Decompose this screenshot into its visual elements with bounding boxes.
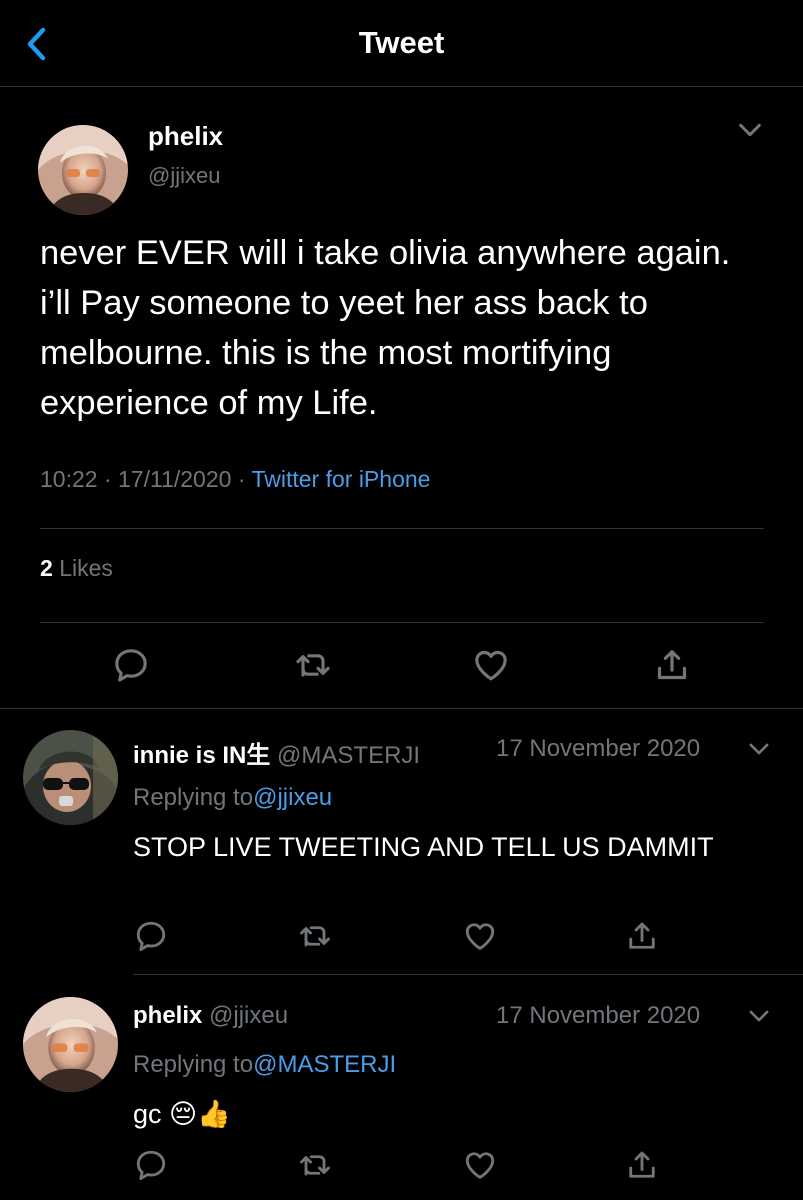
replying-to: Replying to@MASTERJI	[133, 1051, 396, 1079]
retweet-icon	[293, 645, 333, 685]
share-button[interactable]	[624, 918, 660, 954]
share-icon	[624, 918, 660, 954]
replying-to-handle-link[interactable]: @jjixeu	[253, 784, 332, 811]
reply-author-name[interactable]: phelix	[133, 1002, 202, 1029]
reply-menu-button[interactable]	[745, 1002, 773, 1030]
replying-to: Replying to@jjixeu	[133, 784, 332, 812]
page-title: Tweet	[358, 25, 445, 60]
reply-text: STOP LIVE TWEETING AND TELL US DAMMIT	[133, 832, 714, 862]
heart-icon	[462, 918, 498, 954]
chevron-down-icon	[745, 735, 773, 763]
top-nav-bar: Tweet	[0, 0, 803, 87]
divider	[0, 708, 803, 709]
share-button[interactable]	[652, 645, 692, 685]
replying-to-handle-link[interactable]: @MASTERJI	[253, 1051, 396, 1078]
reply-button[interactable]	[133, 1147, 169, 1183]
divider	[133, 974, 803, 975]
profile-photo	[38, 125, 128, 215]
retweet-icon	[297, 918, 333, 954]
comment-icon	[133, 1147, 169, 1183]
divider	[40, 528, 764, 529]
separator-dot: ·	[103, 466, 112, 492]
tweet-time: 10:22	[40, 466, 98, 492]
reply-author-handle[interactable]: @jjixeu	[209, 1002, 288, 1029]
reply-button[interactable]	[111, 645, 151, 685]
reply-date: 17 November 2020	[496, 1002, 701, 1029]
like-button[interactable]	[471, 645, 511, 685]
separator-dot: ·	[237, 466, 246, 492]
like-button[interactable]	[462, 1147, 498, 1183]
likes-count: 2	[40, 555, 53, 581]
share-icon	[652, 645, 692, 685]
likes-count-link[interactable]: 2 Likes	[40, 555, 113, 582]
reply-author-handle[interactable]: @MASTERJI	[277, 742, 420, 769]
reply-header: phelix @jjixeu	[133, 1002, 288, 1030]
likes-label: Likes	[59, 555, 113, 581]
tweet-text: never EVER will i take olivia anywhere a…	[40, 234, 731, 422]
reply-text: gc 😔👍	[133, 1099, 231, 1129]
comment-icon	[111, 645, 151, 685]
retweet-button[interactable]	[297, 1147, 333, 1183]
tweet-source-link[interactable]: Twitter for iPhone	[251, 466, 430, 492]
like-button[interactable]	[462, 918, 498, 954]
author-name[interactable]: phelix	[148, 121, 223, 152]
profile-photo	[23, 997, 118, 1092]
profile-photo	[23, 730, 118, 825]
author-handle[interactable]: @jjixeu	[148, 163, 220, 189]
tweet-menu-button[interactable]	[734, 114, 766, 146]
chevron-down-icon	[745, 1002, 773, 1030]
avatar[interactable]	[38, 125, 128, 215]
reply-menu-button[interactable]	[745, 735, 773, 763]
tweet-meta: 10:22 · 17/11/2020 · Twitter for iPhone	[40, 466, 430, 493]
share-icon	[624, 1147, 660, 1183]
reply-date: 17 November 2020	[496, 735, 701, 762]
heart-icon	[471, 645, 511, 685]
replying-to-label: Replying to	[133, 1051, 254, 1078]
replying-to-label: Replying to	[133, 784, 254, 811]
share-button[interactable]	[624, 1147, 660, 1183]
heart-icon	[462, 1147, 498, 1183]
reply-author-name[interactable]: innie is IN生	[133, 742, 270, 769]
avatar[interactable]	[23, 730, 118, 825]
retweet-button[interactable]	[293, 645, 333, 685]
retweet-button[interactable]	[297, 918, 333, 954]
reply-button[interactable]	[133, 918, 169, 954]
chevron-down-icon	[734, 114, 766, 146]
tweet-date: 17/11/2020	[118, 466, 232, 492]
reply-header: innie is IN生 @MASTERJI	[133, 735, 420, 770]
comment-icon	[133, 918, 169, 954]
retweet-icon	[297, 1147, 333, 1183]
avatar[interactable]	[23, 997, 118, 1092]
divider	[40, 622, 764, 623]
